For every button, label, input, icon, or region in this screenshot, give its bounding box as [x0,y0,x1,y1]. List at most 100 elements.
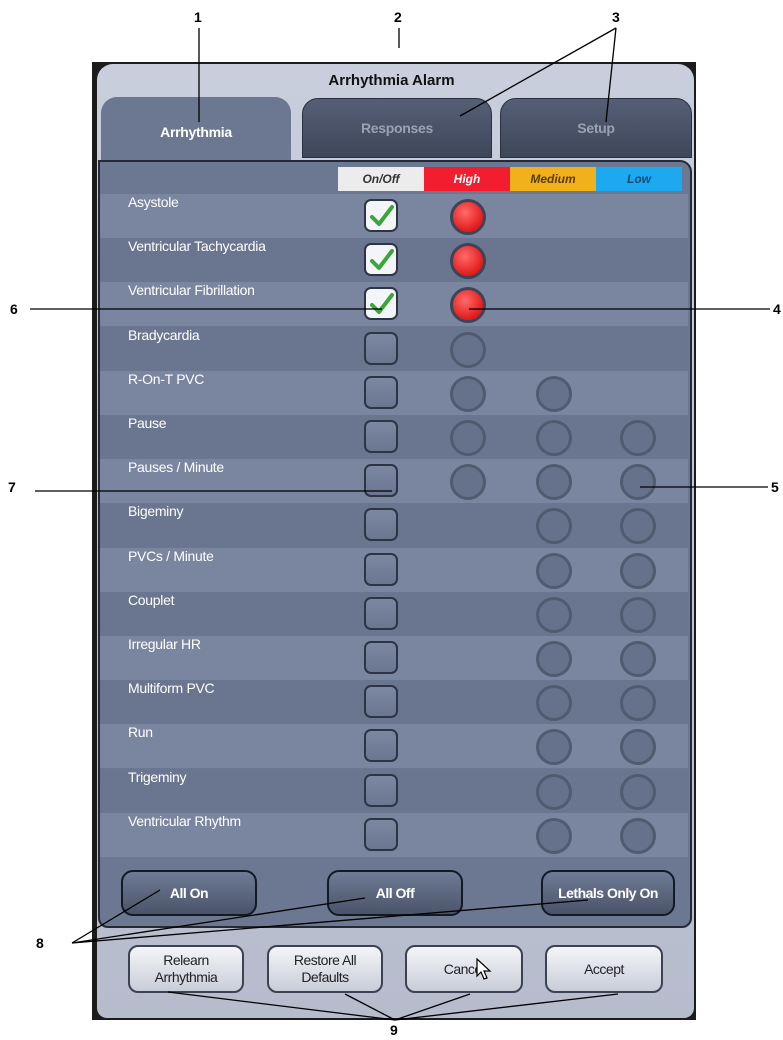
low-priority-radio[interactable] [620,729,656,766]
high-priority-radio[interactable] [450,243,486,280]
high-priority-radio[interactable] [450,464,486,501]
arrhythmia-label: Run [128,724,153,741]
arrhythmia-row: Ventricular Rhythm [100,812,688,857]
arrhythmia-label: Multiform PVC [128,680,215,697]
callout-9: 9 [390,1022,398,1038]
tab-setup[interactable]: Setup [500,98,692,158]
arrhythmia-row: R-On-T PVC [100,370,688,415]
arrhythmia-label: Asystole [128,194,179,210]
column-header-onoff: On/Off [338,167,424,191]
arrhythmia-label: Ventricular Rhythm [128,812,241,829]
button-label-line1: Restore All [293,952,357,968]
high-priority-radio[interactable] [450,420,486,456]
low-priority-radio[interactable] [620,420,656,456]
callout-7: 7 [8,479,16,495]
tab-label: Responses [361,120,433,136]
callout-2: 2 [394,9,402,25]
callout-5: 5 [771,479,779,495]
callout-3: 3 [612,9,620,25]
lethals-only-on-button[interactable]: Lethals Only On [541,870,675,916]
medium-priority-radio[interactable] [536,729,572,766]
low-priority-radio[interactable] [620,552,656,589]
low-priority-radio[interactable] [620,508,656,545]
low-priority-radio[interactable] [620,464,656,501]
low-priority-radio[interactable] [620,773,656,810]
arrhythmia-label: Trigeminy [128,768,187,785]
onoff-checkbox[interactable] [364,552,398,586]
onoff-checkbox[interactable] [364,243,398,277]
checkmark-icon [370,205,394,226]
all-on-button[interactable]: All On [121,870,257,916]
onoff-checkbox[interactable] [364,641,398,674]
accept-button[interactable]: Accept [545,945,663,993]
arrhythmia-label: Ventricular Fibrillation [128,282,255,299]
medium-priority-radio[interactable] [536,375,572,412]
onoff-checkbox[interactable] [364,331,398,365]
callout-6: 6 [10,301,18,317]
onoff-checkbox[interactable] [364,773,398,807]
onoff-checkbox[interactable] [364,420,398,453]
arrhythmia-row: Bigeminy [100,503,688,548]
medium-priority-radio[interactable] [536,596,572,633]
arrhythmia-label: Bigeminy [128,503,184,520]
checkmark-icon [370,293,394,315]
all-off-button[interactable]: All Off [327,870,463,916]
callout-8: 8 [36,935,44,951]
arrhythmia-label: Bradycardia [128,326,200,343]
tab-label: Setup [577,120,615,136]
medium-priority-radio[interactable] [536,464,572,501]
arrhythmia-row: Run [100,724,688,769]
onoff-checkbox[interactable] [364,199,398,232]
onoff-checkbox[interactable] [364,729,398,763]
button-label-line1: Relearn [163,952,209,968]
arrhythmia-row: Irregular HR [100,636,688,680]
onoff-checkbox[interactable] [364,464,398,498]
onoff-checkbox[interactable] [364,375,398,409]
restore-all-defaults-button[interactable]: Restore All Defaults [267,945,383,993]
button-label-line2: Arrhythmia [154,969,218,985]
onoff-checkbox[interactable] [364,508,398,542]
arrhythmia-row: Trigeminy [100,768,688,813]
arrhythmia-label: Pauses / Minute [128,459,224,476]
low-priority-radio[interactable] [620,817,656,854]
onoff-checkbox[interactable] [364,287,398,321]
medium-priority-radio[interactable] [536,641,572,677]
onoff-checkbox[interactable] [364,685,398,719]
medium-priority-radio[interactable] [536,773,572,810]
medium-priority-radio[interactable] [536,420,572,456]
medium-priority-radio[interactable] [536,552,572,589]
column-header-high: High [424,167,510,191]
tab-label: Arrhythmia [160,124,232,140]
high-priority-radio[interactable] [450,375,486,412]
checkmark-icon [370,249,394,271]
arrhythmia-row: Asystole [100,194,688,238]
medium-priority-radio[interactable] [536,508,572,545]
arrhythmia-label: PVCs / Minute [128,547,214,564]
low-priority-radio[interactable] [620,641,656,677]
arrhythmia-row: Couplet [100,591,688,636]
tab-responses[interactable]: Responses [302,98,492,158]
low-priority-radio[interactable] [620,685,656,722]
arrhythmia-row: Pauses / Minute [100,459,688,504]
low-priority-radio[interactable] [620,596,656,633]
onoff-checkbox[interactable] [364,817,398,851]
callout-1: 1 [194,9,202,25]
high-priority-radio[interactable] [450,287,486,324]
onoff-checkbox[interactable] [364,596,398,630]
arrhythmia-label: Pause [128,415,167,431]
medium-priority-radio[interactable] [536,685,572,722]
tab-arrhythmia[interactable]: Arrhythmia [101,97,291,167]
arrhythmia-row: PVCs / Minute [100,547,688,592]
medium-priority-radio[interactable] [536,817,572,854]
column-header-low: Low [596,167,682,191]
high-priority-radio[interactable] [450,331,486,368]
cancel-button[interactable]: Cancel [405,945,523,993]
callout-4: 4 [773,301,781,317]
arrhythmia-label: Ventricular Tachycardia [128,238,266,255]
arrhythmia-row: Multiform PVC [100,680,688,725]
high-priority-radio[interactable] [450,199,486,235]
arrhythmia-row: Ventricular Tachycardia [100,238,688,283]
arrhythmia-row: Pause [100,415,688,459]
window-title: Arrhythmia Alarm [328,72,455,89]
relearn-arrhythmia-button[interactable]: Relearn Arrhythmia [128,945,244,993]
